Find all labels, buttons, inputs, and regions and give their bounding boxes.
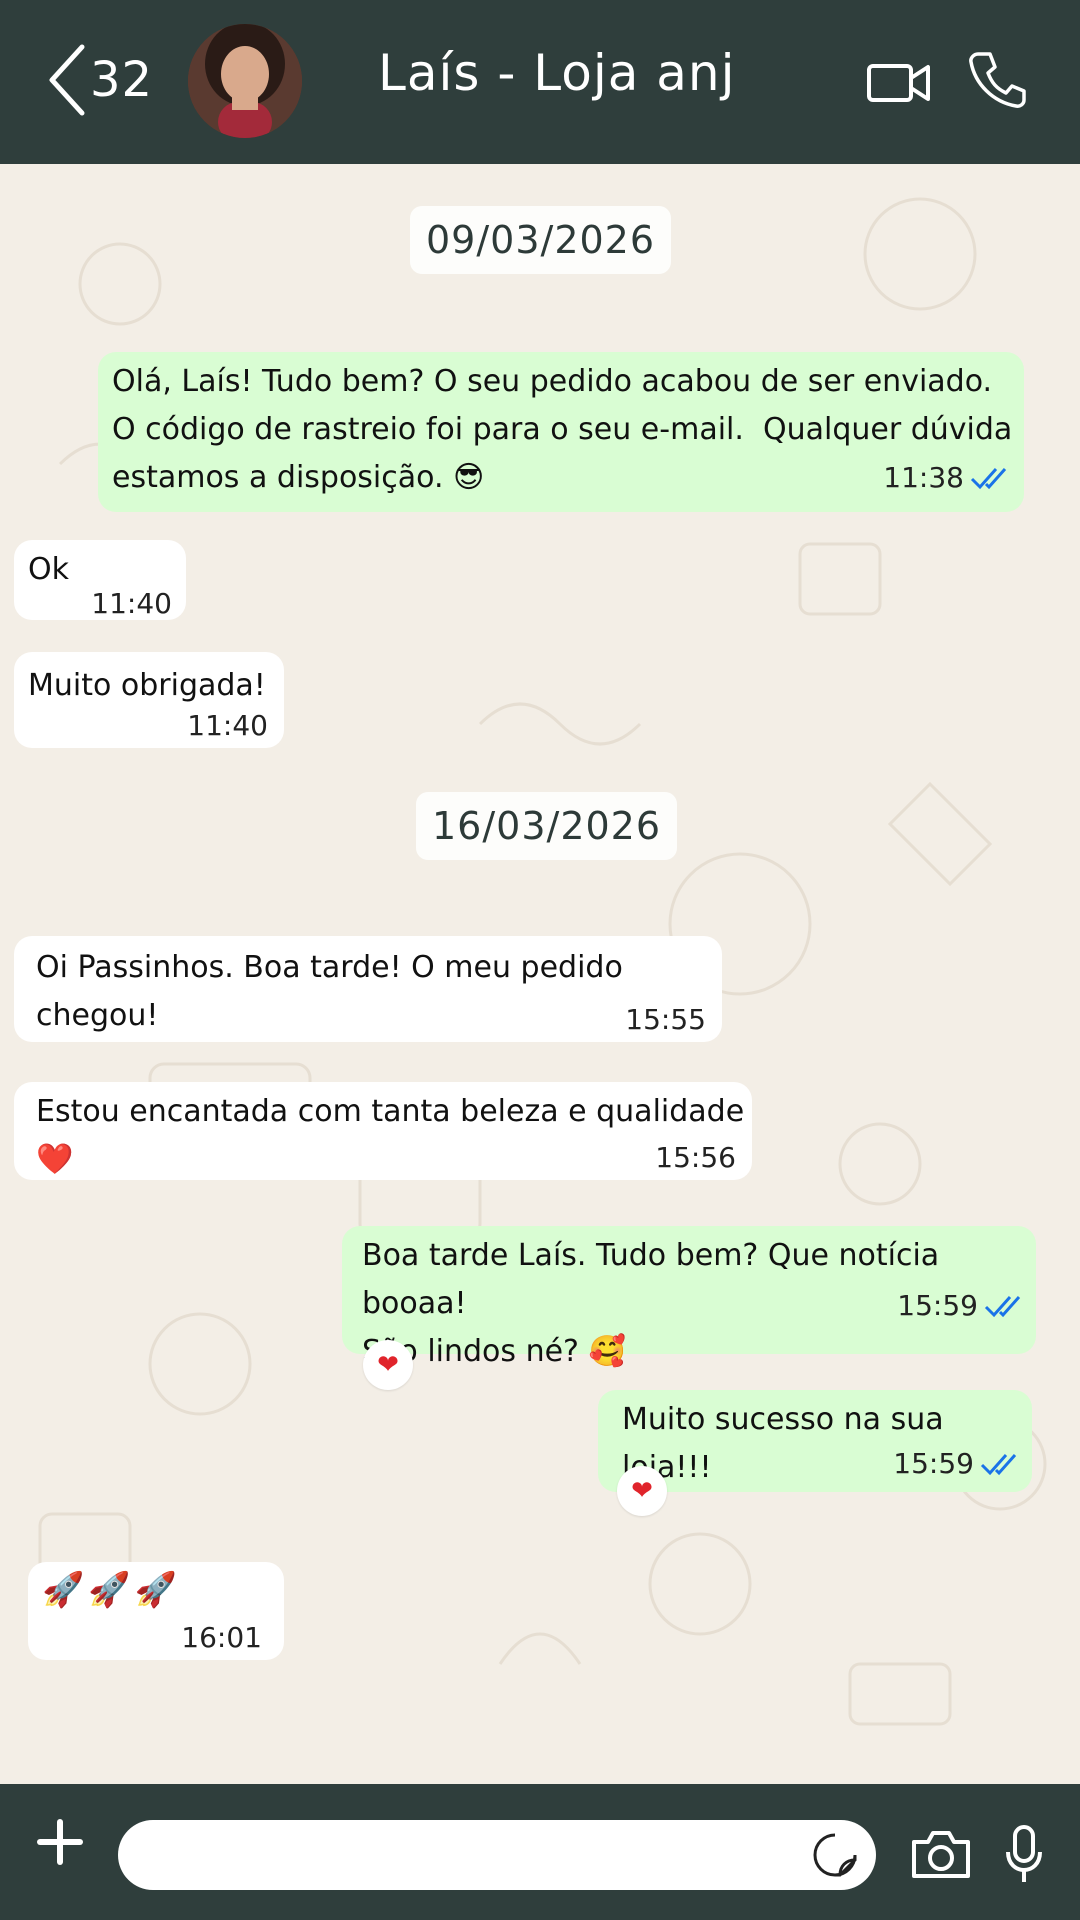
date-separator: 16/03/2026: [416, 792, 678, 860]
message-bubble-incoming[interactable]: Oi Passinhos. Boa tarde! O meu pedido ch…: [14, 936, 722, 1042]
microphone-icon[interactable]: [1004, 1824, 1044, 1886]
message-time: 11:40: [187, 709, 268, 742]
read-receipt-icon: [970, 468, 1007, 490]
message-time: 11:40: [91, 587, 172, 620]
message-input[interactable]: [118, 1820, 876, 1890]
message-text: Oi Passinhos. Boa tarde! O meu pedido ch…: [36, 950, 633, 1033]
message-bubble-incoming[interactable]: Estou encantada com tanta beleza e quali…: [14, 1082, 752, 1180]
camera-icon[interactable]: [910, 1828, 972, 1880]
chat-area[interactable]: 09/03/2026 Olá, Laís! Tudo bem? O seu pe…: [0, 164, 1080, 1784]
reaction-heart[interactable]: ❤: [617, 1466, 667, 1516]
plus-icon[interactable]: [36, 1818, 84, 1866]
phone-call-icon[interactable]: [968, 50, 1026, 110]
sticker-icon[interactable]: [812, 1832, 858, 1878]
message-meta: 15:56: [655, 1134, 736, 1182]
unread-count: 32: [90, 52, 154, 108]
message-time: 15:55: [625, 1003, 706, 1036]
message-bubble-outgoing[interactable]: Boa tarde Laís. Tudo bem? Que notícia bo…: [342, 1226, 1036, 1369]
message-meta: 11:38: [883, 454, 1014, 502]
back-chevron-icon: [49, 44, 85, 116]
message-time: 16:01: [181, 1621, 262, 1654]
message-time: 15:59: [893, 1447, 974, 1480]
message-meta: 15:59: [897, 1282, 1028, 1330]
message-meta: 11:40: [187, 702, 268, 750]
message-time: 11:38: [883, 461, 964, 494]
message-time: 15:56: [655, 1141, 736, 1174]
message-meta: 16:01: [181, 1614, 262, 1662]
message-text: Ok: [28, 552, 69, 587]
message-text: Estou encantada com tanta beleza e quali…: [36, 1094, 754, 1177]
message-text: 🚀🚀🚀: [42, 1570, 182, 1610]
message-meta: 15:59: [893, 1440, 1024, 1488]
message-bubble-incoming[interactable]: 🚀🚀🚀 16:01: [28, 1562, 284, 1660]
message-meta: 15:55: [625, 996, 706, 1044]
date-separator: 09/03/2026: [410, 206, 672, 274]
reaction-heart[interactable]: ❤: [363, 1340, 413, 1390]
read-receipt-icon: [984, 1296, 1021, 1318]
message-bubble-outgoing[interactable]: Olá, Laís! Tudo bem? O seu pedido acabou…: [98, 352, 1024, 512]
back-button[interactable]: 32: [46, 40, 156, 120]
chat-header: 32 Laís - Loja anj: [0, 0, 1080, 164]
video-call-icon[interactable]: [866, 58, 932, 106]
message-text: Olá, Laís! Tudo bem? O seu pedido acabou…: [112, 364, 1013, 495]
read-receipt-icon: [980, 1454, 1017, 1476]
message-bubble-incoming[interactable]: Ok 11:40: [14, 540, 186, 620]
contact-name[interactable]: Laís - Loja anj: [378, 44, 735, 102]
message-bubble-incoming[interactable]: Muito obrigada! 11:40: [14, 652, 284, 748]
compose-bar: [0, 1784, 1080, 1920]
message-meta: 11:40: [91, 580, 172, 628]
message-time: 15:59: [897, 1289, 978, 1322]
contact-avatar[interactable]: [188, 24, 302, 138]
